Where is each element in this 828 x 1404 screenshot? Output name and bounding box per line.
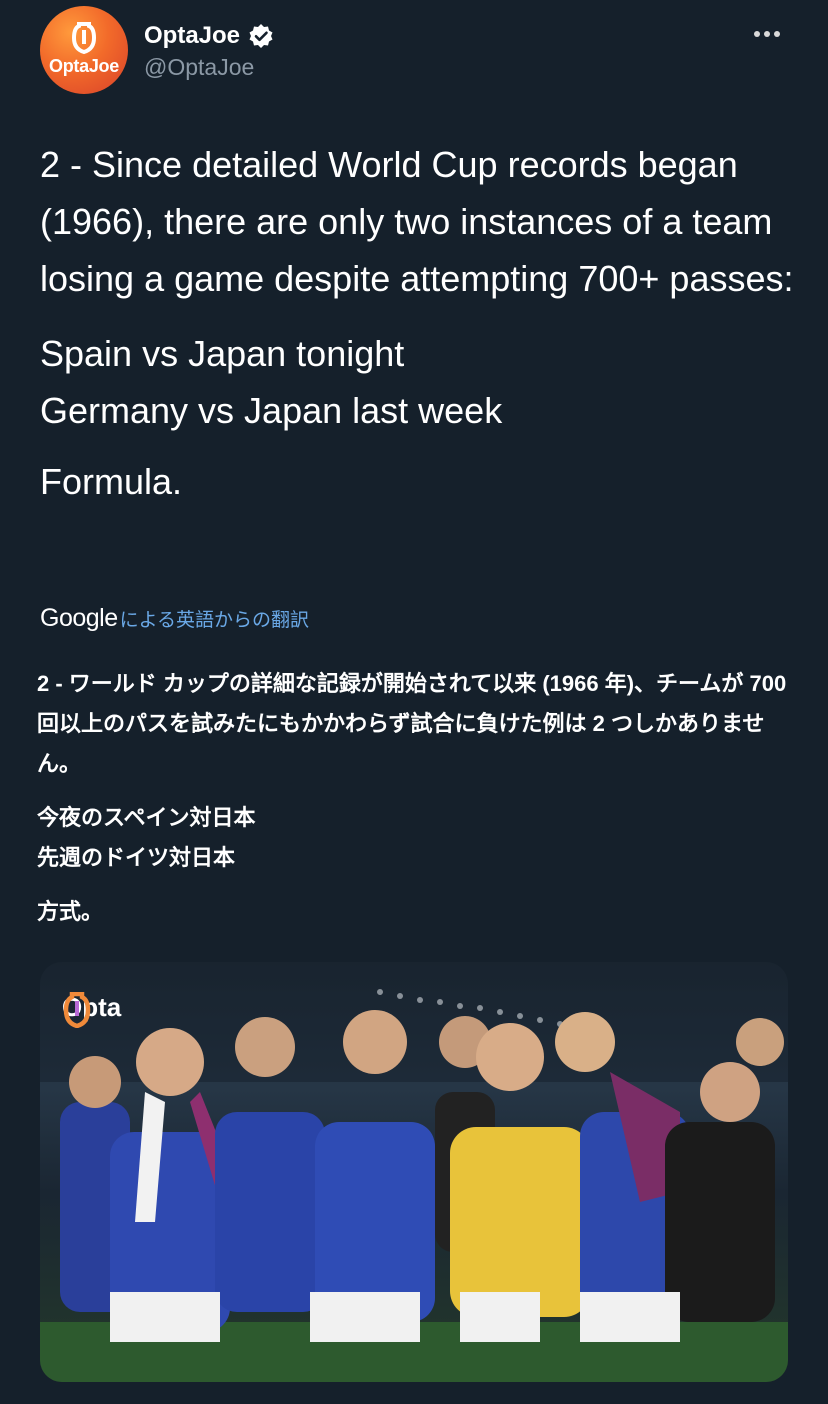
photo-illustration (40, 962, 788, 1382)
display-name[interactable]: OptaJoe (144, 22, 274, 50)
tweet-paragraph: Formula. (40, 461, 183, 502)
dot (754, 31, 760, 37)
avatar[interactable]: OptaJoe (40, 6, 128, 94)
handle[interactable]: @OptaJoe (144, 54, 254, 81)
translated-paragraph: 方式。 (37, 899, 104, 924)
translated-paragraph: 2 - ワールド カップの詳細な記録が開始されて以来 (1966 年)、チームが… (37, 671, 787, 776)
dot (774, 31, 780, 37)
more-options-icon[interactable] (754, 22, 784, 46)
tweet-text: 2 - Since detailed World Cup records beg… (40, 136, 800, 510)
translated-line: 今夜のスペイン対日本 (37, 805, 256, 830)
tweet-photo[interactable]: Opta (40, 962, 788, 1382)
verified-badge-icon (249, 24, 273, 48)
opta-logo-icon (71, 22, 97, 54)
tweet-paragraph: 2 - Since detailed World Cup records beg… (40, 144, 794, 299)
google-brand: Google (40, 604, 118, 632)
dot (764, 31, 770, 37)
tweet-line: Germany vs Japan last week (40, 390, 503, 431)
avatar-logo-text: OptaJoe (49, 56, 119, 76)
tweet-line: Spain vs Japan tonight (40, 333, 405, 374)
translated-line: 先週のドイツ対日本 (37, 845, 236, 870)
opta-watermark: Opta (62, 992, 121, 1028)
opta-logo-icon (63, 992, 91, 1028)
display-name-text: OptaJoe (144, 22, 241, 49)
translated-text: 2 - ワールド カップの詳細な記録が開始されて以来 (1966 年)、チームが… (37, 664, 797, 932)
translation-label: による英語からの翻訳 (119, 610, 310, 631)
translation-attribution[interactable]: Google による英語からの翻訳 (40, 604, 309, 633)
